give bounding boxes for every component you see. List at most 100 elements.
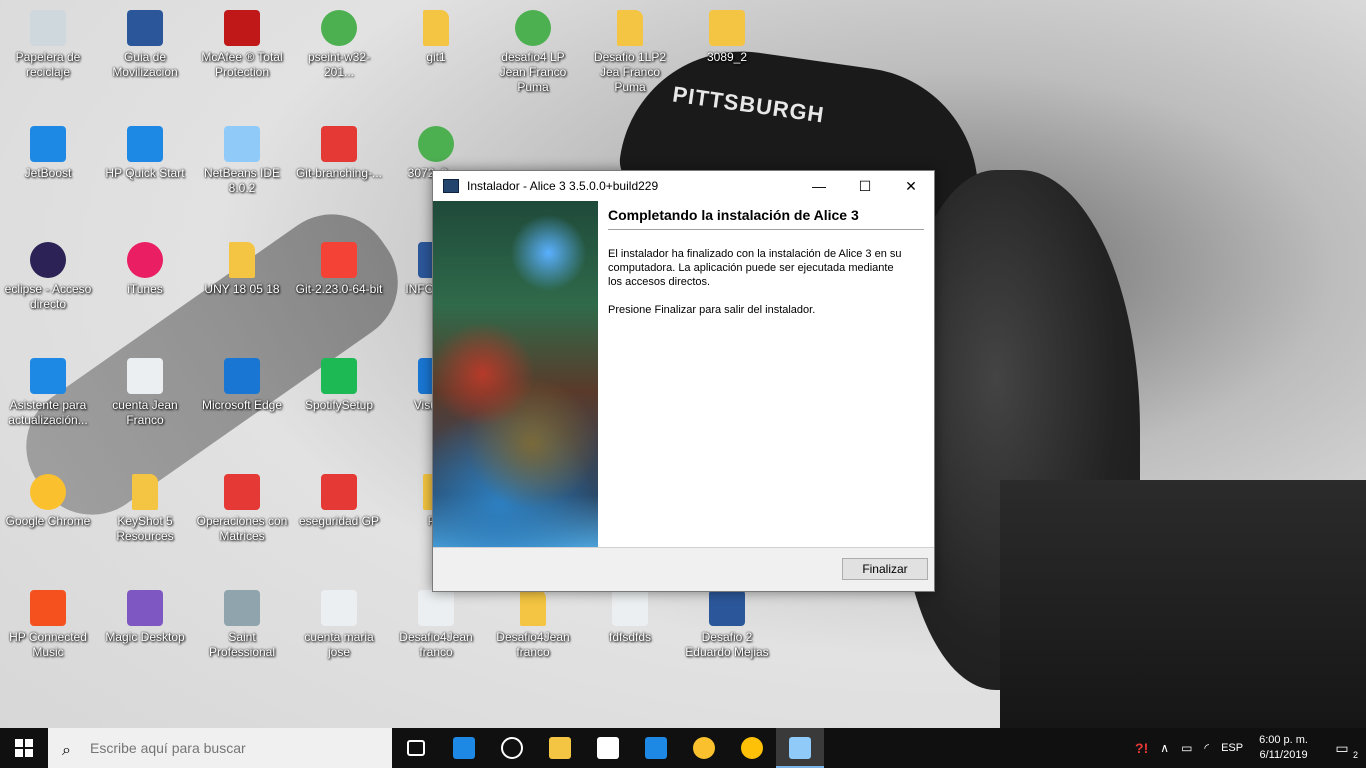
- desktop-icon[interactable]: Desafio 1LP2 Jea Franco Puma: [582, 2, 678, 95]
- taskbar-app-task-view[interactable]: [392, 728, 440, 768]
- rocket-icon: [127, 126, 163, 162]
- installer-icon: [418, 126, 454, 162]
- taskbar-app-chrome[interactable]: [680, 728, 728, 768]
- language-indicator[interactable]: ESP: [1215, 728, 1249, 768]
- desktop-icon[interactable]: Git-2.23.0-64-bit: [291, 234, 387, 297]
- hp-quick-start-icon: [645, 737, 667, 759]
- desktop-icon-label: McAfee ® Total Protection: [201, 50, 283, 79]
- desktop-icon[interactable]: eclipse - Acceso directo: [0, 234, 96, 312]
- game-icon: [741, 737, 763, 759]
- desktop-icon[interactable]: Desafio4Jean franco: [388, 582, 484, 660]
- desktop-icon[interactable]: Git-branching-...: [291, 118, 387, 181]
- desktop-icon[interactable]: UNY 18 05 18: [194, 234, 290, 297]
- desktop-icon-label: Git-2.23.0-64-bit: [295, 282, 383, 296]
- search-input[interactable]: [88, 739, 372, 757]
- mcafee-icon: [224, 10, 260, 46]
- pdf-icon: [224, 474, 260, 510]
- desktop-icon[interactable]: Desafio4Jean franco: [485, 582, 581, 660]
- taskbar-app-store[interactable]: [584, 728, 632, 768]
- desktop-icon-label: cuenta maria jose: [304, 630, 374, 659]
- wifi-icon[interactable]: ◜: [1198, 728, 1215, 768]
- desktop-icon[interactable]: Microsoft Edge: [194, 350, 290, 413]
- taskbar-app-file-explorer[interactable]: [536, 728, 584, 768]
- desktop-icon-label: git1: [426, 50, 446, 64]
- clock-date: 6/11/2019: [1259, 749, 1308, 761]
- desktop-icon-label: Saint Professional: [208, 630, 276, 659]
- edge-icon: [224, 358, 260, 394]
- taskbar-app-game[interactable]: [728, 728, 776, 768]
- desktop-icon[interactable]: KeyShot 5 Resources: [97, 466, 193, 544]
- desktop-icon[interactable]: Guia de Movilizacion: [97, 2, 193, 80]
- desktop-icon-label: UNY 18 05 18: [204, 282, 280, 296]
- desktop-icon-label: Desafio4Jean franco: [496, 630, 570, 659]
- completion-message: El instalador ha finalizado con la insta…: [608, 248, 902, 288]
- desktop-icon[interactable]: pseint-w32-201...: [291, 2, 387, 80]
- desktop-icon[interactable]: JetBoost: [0, 118, 96, 181]
- netbeans-icon: [224, 126, 260, 162]
- finish-button[interactable]: Finalizar: [842, 558, 928, 580]
- desktop-icon-label: Desafio 2 Eduardo Mejias: [685, 630, 769, 659]
- desktop-icon-label: HP Connected Music: [9, 630, 87, 659]
- clock-time: 6:00 p. m.: [1259, 734, 1308, 746]
- folder-icon: [423, 10, 449, 46]
- installer-icon: [515, 10, 551, 46]
- desktop-icon-label: Desafio 1LP2 Jea Franco Puma: [593, 50, 667, 94]
- desktop-icon[interactable]: Papelera de reciclaje: [0, 2, 96, 80]
- desktop-icon-label: KeyShot 5 Resources: [116, 514, 174, 543]
- taskbar-app-installer[interactable]: [776, 728, 824, 768]
- desktop-icon[interactable]: Asistente para actualización...: [0, 350, 96, 428]
- minimize-button[interactable]: —: [796, 171, 842, 201]
- jetboost-icon: [30, 126, 66, 162]
- desktop-icon[interactable]: NetBeans IDE 8.0.2: [194, 118, 290, 196]
- desktop-icon[interactable]: iTunes: [97, 234, 193, 297]
- dialog-titlebar[interactable]: Instalador - Alice 3 3.5.0.0+build229 — …: [433, 171, 934, 201]
- dialog-content: Completando la instalación de Alice 3 El…: [598, 201, 934, 547]
- help-alert-icon[interactable]: ?!: [1129, 728, 1154, 768]
- hp-icon: [501, 737, 523, 759]
- hp-music-icon: [30, 590, 66, 626]
- desktop-icon-label: fdfsdfds: [608, 630, 652, 644]
- notification-count: 2: [1352, 750, 1358, 760]
- git-icon: [321, 242, 357, 278]
- desktop-icon[interactable]: SpotifySetup: [291, 350, 387, 413]
- windows-logo-icon: [15, 739, 33, 757]
- battery-icon[interactable]: ▭: [1175, 728, 1198, 768]
- desktop-icon[interactable]: Desafio 2 Eduardo Mejias: [679, 582, 775, 660]
- desktop-icon[interactable]: cuenta Jean Franco: [97, 350, 193, 428]
- recycle-bin-icon: [30, 10, 66, 46]
- close-button[interactable]: ✕: [888, 171, 934, 201]
- taskbar-app-hp[interactable]: [488, 728, 536, 768]
- desktop-icon[interactable]: Magic Desktop: [97, 582, 193, 645]
- desktop-icon[interactable]: McAfee ® Total Protection: [194, 2, 290, 80]
- desktop-icon[interactable]: 3089_2: [679, 2, 775, 65]
- desktop-icon-label: Guia de Movilizacion: [112, 50, 178, 79]
- file-explorer-icon: [549, 737, 571, 759]
- action-center-button[interactable]: ▭ 2: [1318, 728, 1366, 768]
- desktop-icon[interactable]: HP Connected Music: [0, 582, 96, 660]
- clock[interactable]: 6:00 p. m. 6/11/2019: [1249, 728, 1318, 768]
- installer-app-icon: [443, 179, 459, 193]
- desktop-icon[interactable]: HP Quick Start: [97, 118, 193, 181]
- chevron-up-icon[interactable]: ∧: [1154, 728, 1175, 768]
- word-icon: [709, 590, 745, 626]
- text-file-icon: [418, 590, 454, 626]
- text-file-icon: [612, 590, 648, 626]
- zip-folder-icon: [520, 590, 546, 626]
- eclipse-icon: [30, 242, 66, 278]
- desktop-icon[interactable]: git1: [388, 2, 484, 65]
- desktop-icon-label: Magic Desktop: [105, 630, 185, 644]
- image-file-icon: [321, 590, 357, 626]
- task-view-icon: [407, 740, 425, 756]
- desktop-icon[interactable]: Google Chrome: [0, 466, 96, 529]
- desktop-icon[interactable]: Operaciones con Matrices: [194, 466, 290, 544]
- desktop-icon[interactable]: cuenta maria jose: [291, 582, 387, 660]
- desktop-icon[interactable]: Saint Professional: [194, 582, 290, 660]
- taskbar-app-hp-quick-start[interactable]: [632, 728, 680, 768]
- taskbar-search[interactable]: ⌕: [48, 728, 392, 768]
- taskbar-app-edge[interactable]: [440, 728, 488, 768]
- desktop-icon[interactable]: desafio4 LP Jean Franco Puma: [485, 2, 581, 95]
- start-button[interactable]: [0, 728, 48, 768]
- maximize-button[interactable]: ☐: [842, 171, 888, 201]
- desktop-icon[interactable]: eseguridad GP: [291, 466, 387, 529]
- itunes-icon: [127, 242, 163, 278]
